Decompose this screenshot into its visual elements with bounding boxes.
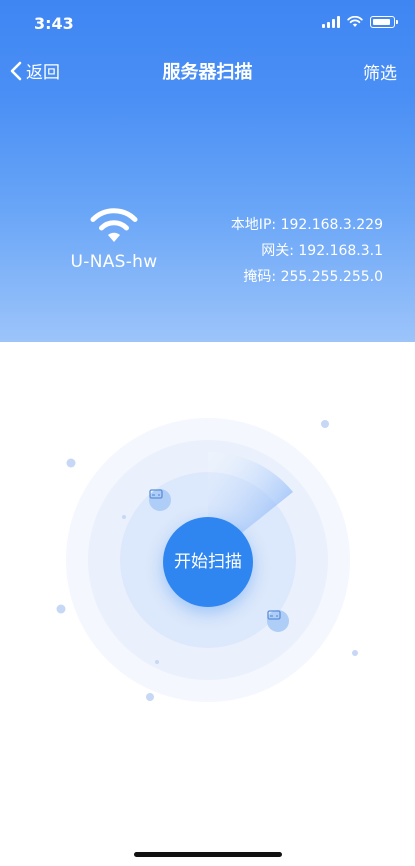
- status-bar: 3:43: [0, 0, 415, 46]
- filter-button[interactable]: 筛选: [363, 59, 397, 84]
- back-label: 返回: [26, 63, 60, 83]
- status-icons: [322, 16, 398, 28]
- info-label: 掩码:: [243, 269, 277, 285]
- status-time: 3:43: [34, 14, 74, 33]
- radar-dot: [146, 693, 154, 701]
- radar-scanner: 开始扫描: [0, 342, 415, 822]
- back-button[interactable]: 返回: [10, 58, 60, 83]
- radar-dot: [66, 458, 76, 468]
- page-title: 服务器扫描: [162, 62, 253, 83]
- signal-icon: [322, 16, 340, 28]
- wifi-icon: [90, 208, 138, 242]
- info-value: 255.255.255.0: [280, 269, 383, 285]
- info-label: 本地IP:: [230, 217, 277, 233]
- info-row-ip: 本地IP: 192.168.3.229: [231, 212, 383, 238]
- device-name: U-NAS-hw: [70, 252, 158, 272]
- battery-icon: [370, 16, 398, 28]
- radar-dot: [155, 660, 159, 664]
- radar-dot: [56, 604, 66, 614]
- info-row-gateway: 网关: 192.168.3.1: [231, 238, 383, 264]
- info-row-mask: 掩码: 255.255.255.0: [231, 264, 383, 290]
- info-value: 192.168.3.229: [280, 217, 383, 233]
- start-scan-button[interactable]: 开始扫描: [163, 517, 253, 607]
- chevron-left-icon: [10, 61, 22, 80]
- server-icon: [267, 610, 289, 632]
- header-panel: 3:43 返回 服务器扫描 筛选 U-NAS-hw 本地IP: 192.168.…: [0, 0, 415, 342]
- nav-bar: 返回 服务器扫描 筛选: [0, 46, 415, 96]
- radar-dot: [352, 650, 358, 656]
- server-icon: [149, 489, 171, 511]
- network-info: 本地IP: 192.168.3.229 网关: 192.168.3.1 掩码: …: [231, 212, 383, 290]
- home-indicator: [134, 852, 282, 857]
- info-label: 网关:: [261, 243, 294, 259]
- device-block: U-NAS-hw: [54, 208, 174, 272]
- info-value: 192.168.3.1: [298, 243, 383, 259]
- wifi-status-icon: [347, 16, 363, 27]
- radar-dot: [122, 515, 126, 519]
- radar-dot: [321, 420, 329, 428]
